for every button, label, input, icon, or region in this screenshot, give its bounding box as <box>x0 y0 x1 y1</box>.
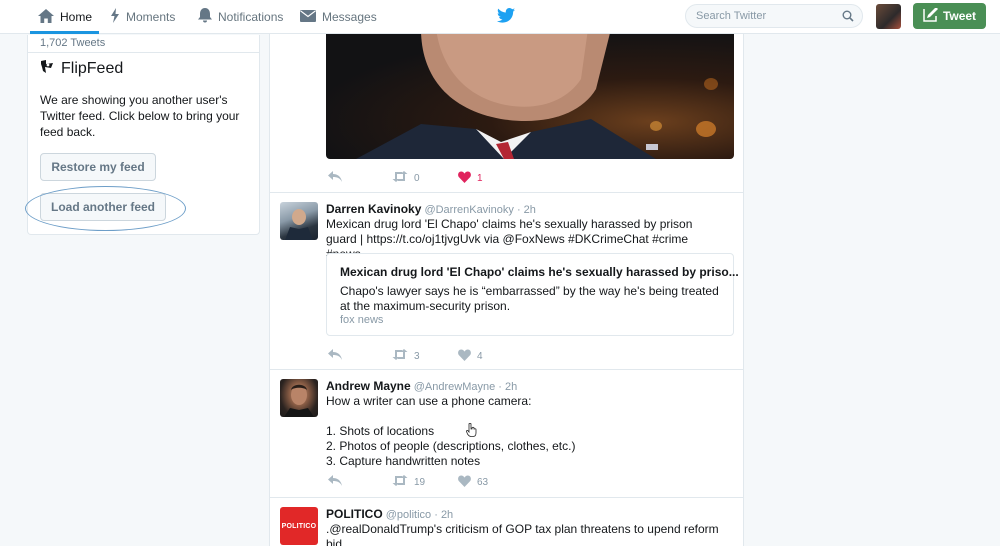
tweet-author-handle[interactable]: @DarrenKavinoky <box>424 204 513 216</box>
retweet-button[interactable]: 3 <box>392 349 420 363</box>
like-button[interactable]: 1 <box>458 171 483 186</box>
flipfeed-title-text: FlipFeed <box>61 60 124 77</box>
nav-home[interactable]: Home <box>38 0 92 34</box>
retweet-icon <box>392 475 408 489</box>
envelope-icon <box>300 9 316 25</box>
tweet-author-handle[interactable]: @politico <box>386 509 431 521</box>
tweet-time[interactable]: · 2h <box>517 204 536 216</box>
tweet-time[interactable]: · 2h <box>498 381 517 393</box>
tweet-photo[interactable] <box>326 34 734 159</box>
tweet-item[interactable]: Darren Kavinoky @DarrenKavinoky · 2h Mex… <box>270 202 743 362</box>
top-navigation-bar: Home Moments Notifications Messages Sear… <box>0 0 1000 34</box>
nav-messages[interactable]: Messages <box>300 0 377 34</box>
like-button[interactable]: 4 <box>458 349 483 364</box>
like-count: 63 <box>477 477 489 488</box>
hand-cursor-icon <box>466 422 478 442</box>
tweet-header: Andrew Mayne @AndrewMayne · 2h <box>326 379 517 393</box>
flipfeed-description: We are showing you another user's Twitte… <box>40 93 240 139</box>
tweet-text: How a writer can use a phone camera: 1. … <box>326 394 576 468</box>
lightning-icon <box>110 8 120 26</box>
tweet-button[interactable]: Tweet <box>913 3 986 29</box>
nav-moments-label: Moments <box>126 10 176 24</box>
nav-home-label: Home <box>60 10 93 24</box>
tweet-item[interactable]: Andrew Mayne @AndrewMayne · 2h How a wri… <box>270 379 743 499</box>
link-card-title: Mexican drug lord 'El Chapo' claims he's… <box>340 265 739 279</box>
tweet-header: Darren Kavinoky @DarrenKavinoky · 2h <box>326 202 536 216</box>
heart-icon <box>458 475 471 490</box>
twitter-bird-icon[interactable] <box>497 8 515 28</box>
nav-messages-label: Messages <box>322 10 377 24</box>
link-card[interactable]: Mexican drug lord 'El Chapo' claims he's… <box>326 253 739 336</box>
heart-icon <box>458 349 471 364</box>
search-input[interactable]: Search Twitter <box>685 4 863 28</box>
search-placeholder: Search Twitter <box>696 10 767 22</box>
retweet-icon <box>392 349 408 363</box>
nav-notifications[interactable]: Notifications <box>198 0 283 34</box>
reply-icon[interactable] <box>328 349 342 360</box>
flipfeed-title: FlipFeed <box>40 59 123 79</box>
link-card-description: Chapo's lawyer says he is “embarrassed” … <box>340 284 719 313</box>
like-count: 4 <box>477 351 483 362</box>
heart-icon <box>458 171 471 186</box>
like-button[interactable]: 63 <box>458 475 488 490</box>
flipfeed-logo-icon <box>40 59 54 79</box>
compose-icon <box>923 6 939 25</box>
retweet-icon <box>392 171 408 185</box>
tweet-time[interactable]: · 2h <box>434 509 453 521</box>
avatar[interactable]: POLITICO <box>280 507 318 545</box>
tweet-item[interactable]: POLITICO POLITICO @politico · 2h .@realD… <box>270 507 743 546</box>
tweet-author-name[interactable]: POLITICO <box>326 507 383 521</box>
avatar[interactable] <box>280 379 318 417</box>
divider <box>270 192 743 193</box>
reply-icon[interactable] <box>328 171 342 182</box>
retweet-count: 3 <box>414 350 420 362</box>
bell-icon <box>198 8 212 26</box>
tweet-author-name[interactable]: Andrew Mayne <box>326 379 411 393</box>
tweet-author-name[interactable]: Darren Kavinoky <box>326 202 421 216</box>
divider <box>28 52 259 53</box>
retweet-count: 19 <box>414 476 426 488</box>
retweet-count: 0 <box>414 172 420 184</box>
like-count: 1 <box>477 173 483 184</box>
home-icon <box>38 8 54 26</box>
active-tab-indicator <box>30 31 99 34</box>
reply-icon[interactable] <box>328 475 342 486</box>
tweet-header: POLITICO @politico · 2h <box>326 507 453 521</box>
profile-avatar[interactable] <box>876 4 901 29</box>
nav-moments[interactable]: Moments <box>110 0 175 34</box>
tweet-button-label: Tweet <box>942 9 977 23</box>
highlight-annotation-ring <box>25 186 186 231</box>
divider <box>270 497 743 498</box>
tweet-text: .@realDonaldTrump's criticism of GOP tax… <box>326 522 719 546</box>
restore-feed-button[interactable]: Restore my feed <box>40 153 156 181</box>
avatar[interactable] <box>280 202 318 240</box>
link-card-domain: fox news <box>340 314 384 326</box>
tweet-author-handle[interactable]: @AndrewMayne <box>414 381 495 393</box>
search-icon[interactable] <box>842 10 854 25</box>
timeline: 0 1 Darren Kavinoky @DarrenKavinoky · 2h… <box>269 34 744 546</box>
retweet-button[interactable]: 0 <box>392 171 420 185</box>
retweet-button[interactable]: 19 <box>392 475 425 489</box>
divider <box>270 369 743 370</box>
tweet-count[interactable]: 1,702 Tweets <box>40 37 105 49</box>
nav-notifications-label: Notifications <box>218 10 284 24</box>
